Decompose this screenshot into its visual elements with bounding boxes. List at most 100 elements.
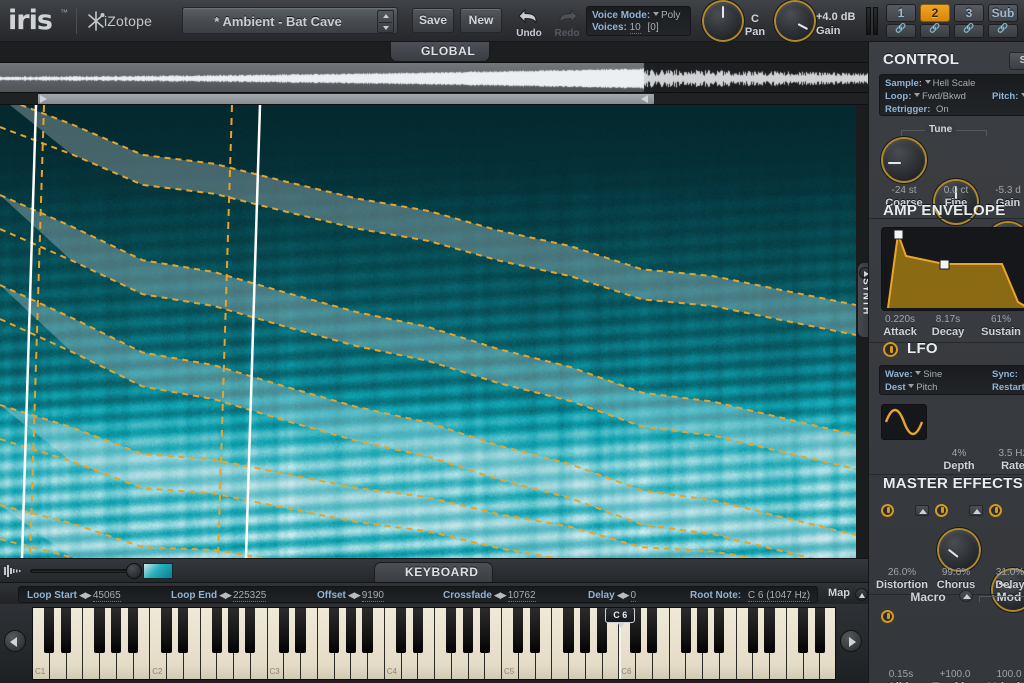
stepper-arrows-icon[interactable]: ◀▶ [617,588,629,603]
lfo-waveform-button[interactable] [881,404,927,440]
piano-black-key[interactable] [161,608,171,653]
piano-black-key[interactable] [94,608,104,653]
stepper-arrows-icon[interactable]: ◀▶ [79,588,91,603]
scroll-handle-left-icon[interactable] [40,95,47,103]
link-icon[interactable] [954,24,984,38]
piano-black-key[interactable] [748,608,758,653]
piano-black-key[interactable] [44,608,54,653]
piano-scroll-left-icon[interactable] [4,630,26,652]
piano-black-key[interactable] [178,608,188,653]
map-expand-icon[interactable] [855,588,868,601]
chevron-up-icon[interactable] [383,14,389,18]
param-value[interactable]: 0 [631,590,637,602]
param-delay[interactable]: Delay◀▶0 [588,588,636,603]
voice-tab-3[interactable]: 3 [954,4,984,22]
pan-knob[interactable] [704,2,742,40]
piano-black-key[interactable] [764,608,774,653]
piano-black-key[interactable] [279,608,289,653]
chevron-down-icon[interactable] [383,26,389,30]
pitch-row[interactable]: Pitch: [992,91,1024,102]
chevron-down-icon[interactable] [925,80,931,84]
undo-icon[interactable] [516,6,542,28]
piano-black-key[interactable] [245,608,255,653]
piano-keys[interactable]: C1C2C3C4C5C6C 6 [32,607,836,680]
param-value[interactable]: 45065 [93,590,121,602]
save-button[interactable]: Save [412,8,454,33]
lfo-depth-knob[interactable] [939,530,979,570]
waveform-overview[interactable] [0,62,868,93]
coarse-knob[interactable] [883,139,925,181]
link-icon[interactable] [988,24,1018,38]
piano-black-key[interactable] [413,608,423,653]
piano-black-key[interactable] [228,608,238,653]
scroll-handle-right-icon[interactable] [641,95,648,103]
chevron-down-icon[interactable] [915,371,921,375]
param-value[interactable]: 10762 [508,590,536,602]
piano-black-key[interactable] [128,608,138,653]
param-value[interactable]: C 6 (1047 Hz) [748,590,810,602]
lfo-power-icon[interactable] [883,342,898,357]
amp-envelope-display[interactable] [881,227,1024,311]
param-value[interactable]: 9190 [362,590,384,602]
gain-knob[interactable] [776,2,814,40]
piano-black-key[interactable] [530,608,540,653]
piano-black-key[interactable] [815,608,825,653]
preset-stepper[interactable] [377,10,394,33]
sustain-value[interactable]: 61% [973,314,1024,325]
zoom-slider-handle[interactable] [126,563,142,579]
preset-selector[interactable]: * Ambient - Bat Cave [182,7,398,34]
lfo-wave-row[interactable]: Wave: Sine [885,369,942,380]
piano-black-key[interactable] [681,608,691,653]
tab-global[interactable]: GLOBAL [390,42,490,62]
lfo-dest-row[interactable]: Dest Pitch [885,382,937,393]
piano-black-key[interactable] [563,608,573,653]
distortion-power-icon[interactable] [881,504,894,517]
voice-mode-row[interactable]: Voice Mode: Poly [592,10,680,21]
voices-row[interactable]: Voices: 10 [0] [592,22,659,33]
link-icon[interactable] [920,24,950,38]
voices-value[interactable]: 10 [630,22,641,34]
voice-tab-sub[interactable]: Sub [988,4,1018,22]
chevron-down-icon[interactable] [908,384,914,388]
param-value[interactable]: 225325 [233,590,266,602]
attack-value[interactable]: 0.220s [875,314,925,325]
new-button[interactable]: New [460,8,502,33]
macro-expand-icon[interactable] [959,590,973,602]
map-button[interactable]: Map [828,587,850,599]
param-offset[interactable]: Offset◀▶9190 [317,588,384,603]
tab-keyboard[interactable]: KEYBOARD [374,562,493,582]
chorus-power-icon[interactable] [935,504,948,517]
voice-tab-1[interactable]: 1 [886,4,916,22]
envelope-graph[interactable] [882,228,1024,310]
retrigger-row[interactable]: Retrigger: On [885,104,949,115]
solo-button[interactable]: S [1009,52,1024,70]
stepper-arrows-icon[interactable]: ◀▶ [219,588,231,603]
decay-value[interactable]: 8.17s [923,314,973,325]
param-root-note[interactable]: Root Note: C 6 (1047 Hz) [690,588,810,603]
zoom-slider-track[interactable] [30,569,138,573]
piano-black-key[interactable] [329,608,339,653]
param-loop-end[interactable]: Loop End◀▶225325 [171,588,266,603]
voice-mode-panel[interactable]: Voice Mode: Poly Voices: 10 [0] [586,6,691,36]
stepper-arrows-icon[interactable]: ◀▶ [494,588,506,603]
voice-tab-2[interactable]: 2 [920,4,950,22]
color-swatch[interactable] [143,563,173,579]
sample-row[interactable]: Sample: Hell Scale [885,78,975,89]
piano-black-key[interactable] [396,608,406,653]
chevron-down-icon[interactable] [914,93,920,97]
piano-black-key[interactable] [446,608,456,653]
link-icon[interactable] [886,24,916,38]
piano-black-key[interactable] [463,608,473,653]
piano-black-key[interactable] [61,608,71,653]
delay-power-icon[interactable] [989,504,1002,517]
param-loop-start[interactable]: Loop Start◀▶45065 [27,588,121,603]
piano-black-key[interactable] [295,608,305,653]
piano-black-key[interactable] [714,608,724,653]
stepper-arrows-icon[interactable]: ◀▶ [348,588,360,603]
piano-black-key[interactable] [362,608,372,653]
chorus-expand-icon[interactable] [969,505,983,516]
lfo-restart-row[interactable]: Restart [992,382,1024,393]
piano-black-key[interactable] [480,608,490,653]
param-crossfade[interactable]: Crossfade◀▶10762 [443,588,536,603]
scrollbar-thumb[interactable] [38,94,654,104]
